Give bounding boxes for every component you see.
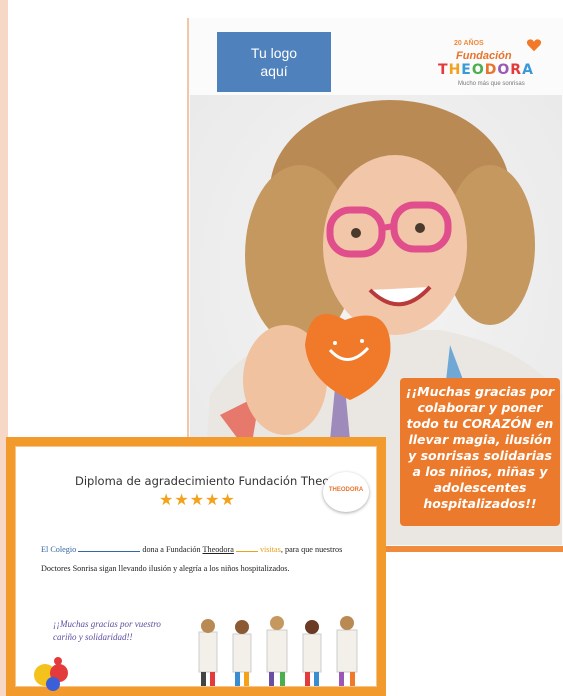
logo-years: 20 AÑOS — [454, 40, 484, 47]
diploma-logo-text: THEODORA — [328, 487, 364, 493]
colorful-dots-logo — [34, 657, 68, 691]
diploma-card: Diploma de agradecimiento Fundación Theo… — [6, 437, 386, 696]
logo-placeholder: Tu logo aquí — [217, 32, 331, 92]
school-name-blank — [78, 543, 141, 552]
diploma-thanks: ¡¡Muchas gracias por vuestro cariño y so… — [53, 619, 161, 642]
logo-letter: E — [461, 62, 472, 78]
body-theodora: Theodora — [202, 545, 234, 554]
theodora-logo: 20 AÑOS Fundación THEODORA Mucho más que… — [436, 38, 556, 92]
clowns-group-image — [198, 616, 358, 686]
diploma-logo: THEODORA — [323, 472, 369, 512]
logo-letter: H — [448, 62, 462, 78]
logo-fundacion: Fundación — [456, 50, 512, 62]
logo-letter: T — [438, 62, 449, 78]
logo-letter: A — [522, 62, 534, 78]
logo-wordmark: THEODORA — [438, 62, 534, 78]
logo-placeholder-line2: aquí — [260, 63, 288, 79]
logo-letter: O — [471, 62, 485, 78]
body-colegio: El Colegio — [41, 545, 77, 554]
body-visitas: visitas — [259, 545, 281, 554]
diploma-body: El Colegio dona a Fundación Theodora vis… — [41, 540, 371, 578]
logo-letter: R — [510, 62, 523, 78]
logo-letter: O — [497, 62, 511, 78]
logo-placeholder-line1: Tu logo — [250, 45, 298, 61]
stars-rating: ★★★★★ — [159, 492, 236, 509]
diploma-title: Diploma de agradecimiento Fundación Theo… — [75, 474, 356, 488]
visits-blank — [235, 543, 258, 552]
heart-icon — [526, 39, 542, 52]
thanks-message-box: ¡¡Muchas gracias por colaborar y poner t… — [400, 378, 560, 526]
logo-letter: D — [484, 62, 498, 78]
logo-tagline: Mucho más que sonrisas — [458, 81, 525, 87]
body-dona: dona a Fundación — [142, 545, 201, 554]
